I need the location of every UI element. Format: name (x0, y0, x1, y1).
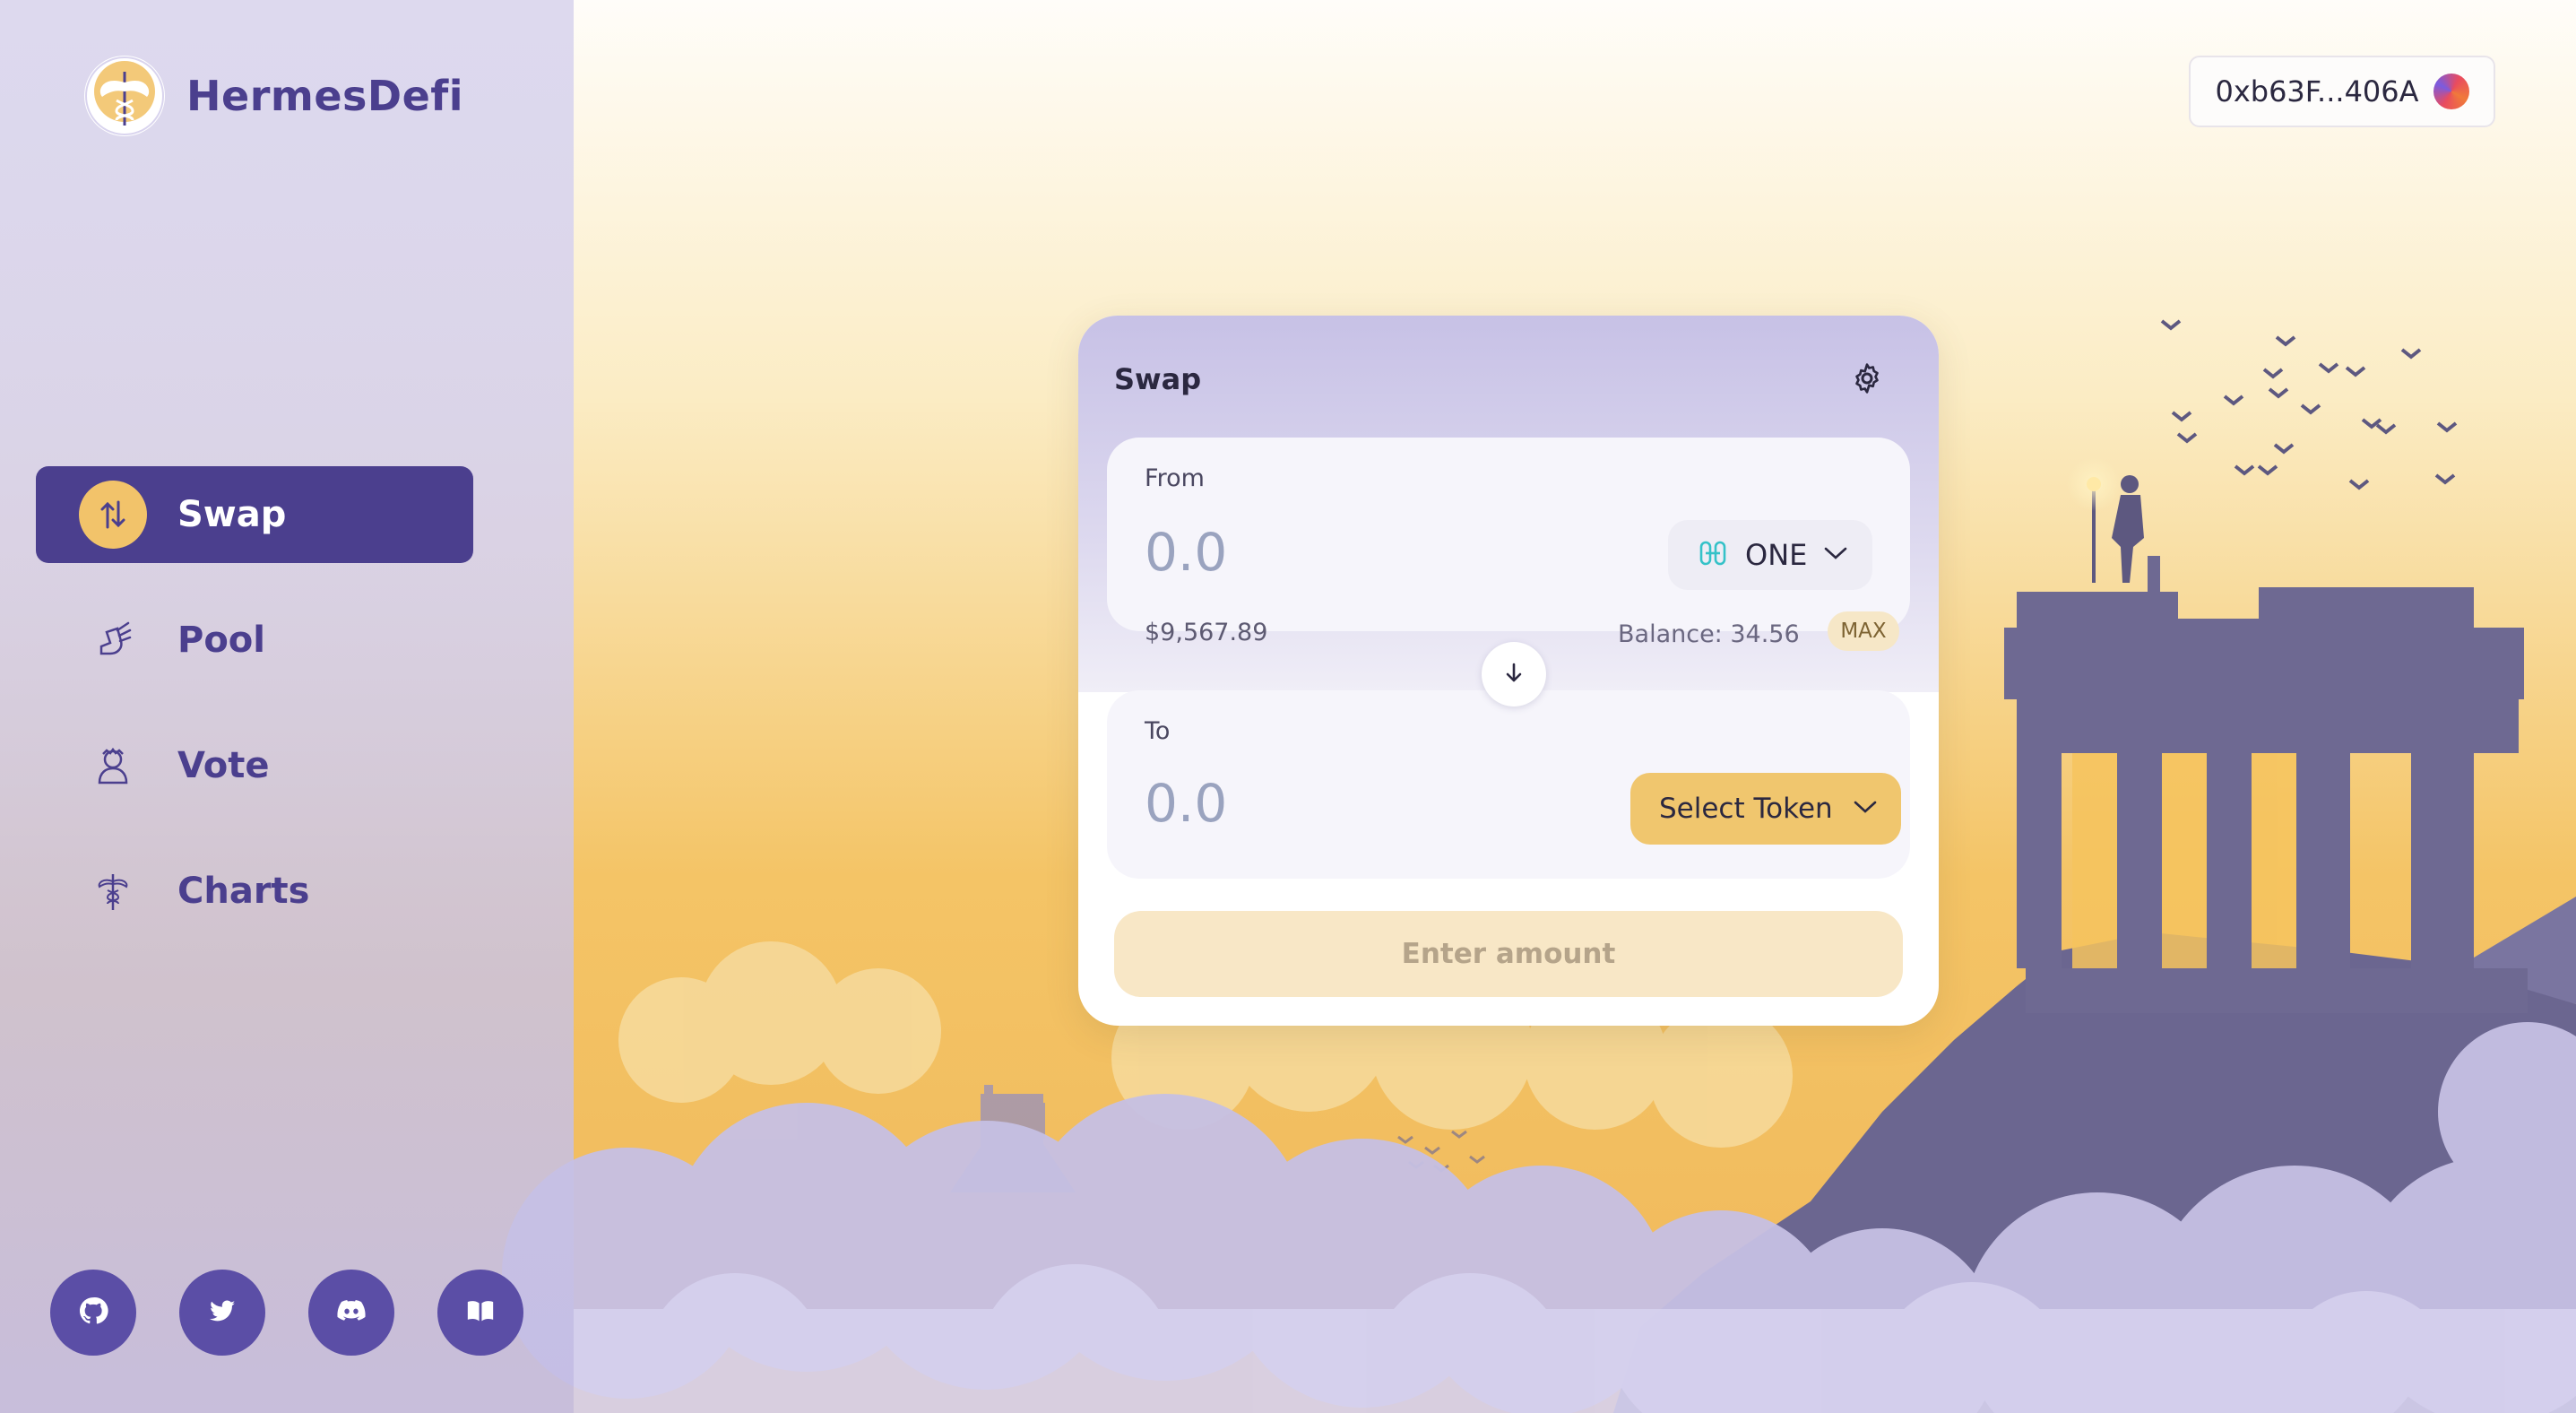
discord-link[interactable] (308, 1270, 394, 1356)
chevron-down-icon (1823, 545, 1848, 565)
select-token-label: Select Token (1659, 793, 1833, 825)
discord-icon (335, 1295, 367, 1331)
caduceus-wings-icon (84, 56, 165, 136)
swap-card: Swap From ONE $9,567.89 (1078, 316, 1939, 1026)
github-icon (78, 1296, 108, 1330)
sidebar-nav: Swap Pool Vote Charts (36, 466, 473, 968)
from-token-select[interactable]: ONE (1668, 520, 1872, 590)
from-panel: From ONE $9,567.89 Balance: 34.56 MAX (1107, 438, 1910, 651)
wallet-avatar-icon (2433, 74, 2469, 109)
sidebar-item-swap[interactable]: Swap (36, 466, 473, 563)
to-amount-input[interactable] (1145, 773, 1521, 834)
sidebar-item-label: Charts (177, 871, 310, 912)
github-link[interactable] (50, 1270, 136, 1356)
sidebar-item-label: Pool (177, 620, 265, 661)
switch-direction-button[interactable] (1482, 642, 1546, 706)
gear-icon (1849, 363, 1885, 400)
sidebar-item-charts[interactable]: Charts (36, 843, 473, 940)
from-usd-value: $9,567.89 (1145, 619, 1268, 646)
max-button[interactable]: MAX (1828, 611, 1899, 651)
from-label: From (1145, 464, 1205, 492)
chevron-down-icon (1853, 799, 1878, 819)
wallet-button[interactable]: 0xb63F...406A (2189, 56, 2495, 127)
social-links (50, 1270, 566, 1356)
harmony-one-icon (1699, 539, 1727, 571)
sidebar-item-label: Vote (177, 745, 270, 786)
swap-arrows-icon (79, 481, 147, 549)
caduceus-icon (79, 857, 147, 925)
book-icon (465, 1296, 496, 1330)
twitter-icon (207, 1296, 238, 1330)
docs-link[interactable] (437, 1270, 523, 1356)
enter-amount-button[interactable]: Enter amount (1114, 911, 1903, 997)
winged-boot-icon (79, 606, 147, 674)
settings-button[interactable] (1849, 360, 1885, 396)
greek-bust-icon (79, 732, 147, 800)
to-label: To (1145, 717, 1171, 745)
brand[interactable]: HermesDefi (84, 56, 463, 136)
brand-name: HermesDefi (186, 72, 464, 120)
wallet-address: 0xb63F...406A (2215, 74, 2419, 108)
sidebar-item-label: Swap (177, 494, 287, 535)
sidebar-item-vote[interactable]: Vote (36, 717, 473, 814)
twitter-link[interactable] (179, 1270, 265, 1356)
from-amount-input[interactable] (1145, 522, 1521, 583)
sidebar: HermesDefi Swap Pool Vote Charts (0, 0, 574, 1413)
select-token-button[interactable]: Select Token (1630, 773, 1901, 845)
sidebar-item-pool[interactable]: Pool (36, 592, 473, 689)
swap-card-title: Swap (1114, 362, 1202, 396)
arrow-down-icon (1502, 661, 1526, 688)
from-balance: Balance: 34.56 (1618, 620, 1800, 648)
to-panel: To Select Token (1107, 690, 1910, 879)
from-token-name: ONE (1745, 538, 1808, 572)
